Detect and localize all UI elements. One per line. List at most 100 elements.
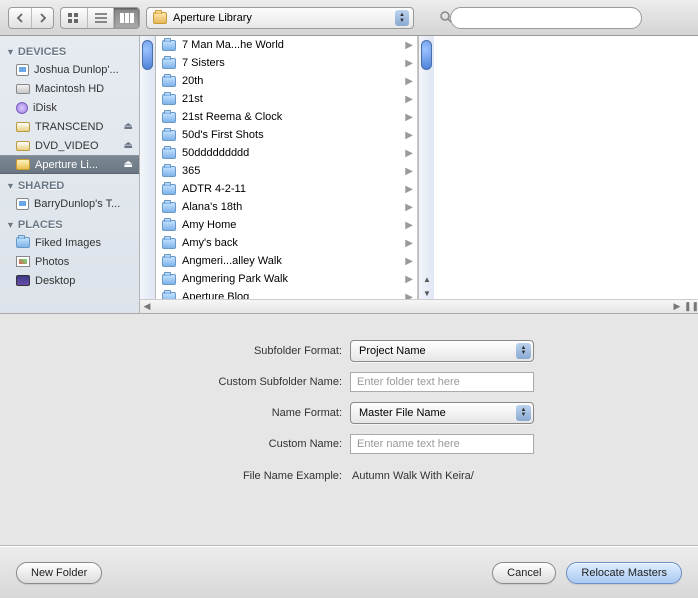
column-view-button[interactable] xyxy=(113,8,139,28)
sidebar-section-header[interactable]: ▼SHARED xyxy=(0,174,139,194)
icon-view-button[interactable] xyxy=(61,8,87,28)
example-label: File Name Example: xyxy=(0,470,342,482)
folder-label: 50ddddddddd xyxy=(182,147,399,159)
sidebar-item[interactable]: TRANSCEND ⏏ xyxy=(0,117,139,136)
folder-label: Angmering Park Walk xyxy=(182,273,399,285)
sidebar-section-header[interactable]: ▼DEVICES xyxy=(0,40,139,60)
path-label: Aperture Library xyxy=(173,12,252,24)
folder-row[interactable]: 21st ▶ xyxy=(156,90,417,108)
sidebar-item[interactable]: Desktop xyxy=(0,271,139,290)
relocate-masters-button[interactable]: Relocate Masters xyxy=(566,562,682,584)
disclosure-icon: ▼ xyxy=(6,47,15,57)
mac-icon xyxy=(16,198,29,210)
sidebar-section-header[interactable]: ▼PLACES xyxy=(0,213,139,233)
folder-label: 7 Man Ma...he World xyxy=(182,39,399,51)
folder-row[interactable]: Amy Home▶ xyxy=(156,216,417,234)
desktop-icon xyxy=(16,275,30,286)
chevron-right-icon: ▶ xyxy=(405,202,413,213)
example-value: Autumn Walk With Keira/ xyxy=(350,470,474,482)
scroll-right-icon[interactable]: ▶ xyxy=(670,301,684,312)
subfolder-format-select[interactable]: Project Name▲▼ xyxy=(350,340,534,362)
scroll-right2-icon[interactable]: ❚❚ xyxy=(684,301,698,312)
search-input[interactable] xyxy=(450,7,642,29)
sidebar-item[interactable]: Macintosh HD xyxy=(0,79,139,98)
sidebar-item[interactable]: Photos xyxy=(0,252,139,271)
disclosure-icon: ▼ xyxy=(6,181,15,191)
eject-icon[interactable]: ⏏ xyxy=(124,159,133,170)
back-button[interactable] xyxy=(9,8,31,28)
sidebar-item[interactable]: BarryDunlop's T... xyxy=(0,194,139,213)
folder-row[interactable]: 21st Reema & Clock▶ xyxy=(156,108,417,126)
updown-icon: ▲▼ xyxy=(516,343,531,359)
sidebar-item-label: iDisk xyxy=(33,102,57,114)
scroll-thumb[interactable] xyxy=(142,40,153,70)
sidebar-item[interactable]: Aperture Li...⏏ xyxy=(0,155,139,174)
scrollbar-left[interactable] xyxy=(140,36,156,313)
folder-icon xyxy=(162,148,176,159)
sidebar-item[interactable]: Joshua Dunlop'... xyxy=(0,60,139,79)
chevron-right-icon: ▶ xyxy=(405,58,413,69)
custom-subfolder-input[interactable] xyxy=(350,372,534,392)
folder-row[interactable]: 50ddddddddd▶ xyxy=(156,144,417,162)
folder-label: 7 Sisters xyxy=(182,57,399,69)
folder-icon xyxy=(162,94,176,105)
chevron-right-icon: ▶ xyxy=(405,166,413,177)
name-format-select[interactable]: Master File Name ▲▼ xyxy=(350,402,534,424)
chevron-right-icon: ▶ xyxy=(405,274,413,285)
app-icon xyxy=(16,159,30,170)
chevron-right-icon: ▶ xyxy=(405,256,413,267)
folder-row[interactable]: 7 Man Ma...he World ▶ xyxy=(156,36,417,54)
scroll-down-icon[interactable]: ▼ xyxy=(421,287,433,299)
folder-label: 21st Reema & Clock xyxy=(182,111,399,123)
sidebar-item-label: TRANSCEND xyxy=(35,121,103,133)
updown-icon: ▲▼ xyxy=(516,405,531,421)
sidebar-item[interactable]: Fiked Images xyxy=(0,233,139,252)
forward-button[interactable] xyxy=(31,8,53,28)
chevron-right-icon: ▶ xyxy=(405,220,413,231)
scroll-up-icon[interactable]: ▲ xyxy=(421,273,433,285)
custom-name-input[interactable] xyxy=(350,434,534,454)
chevron-right-icon: ▶ xyxy=(405,184,413,195)
eject-icon[interactable]: ⏏ xyxy=(124,140,133,151)
folder-row[interactable]: 365 ▶ xyxy=(156,162,417,180)
folder-icon xyxy=(162,274,176,285)
folder-icon xyxy=(162,238,176,249)
folder-row[interactable]: Angmering Park Walk ▶ xyxy=(156,270,417,288)
updown-icon: ▲▼ xyxy=(395,10,409,26)
folder-column: 7 Man Ma...he World ▶ 7 Sisters ▶ 20th▶ 21st ▶… xyxy=(156,36,418,313)
sidebar-item[interactable]: iDisk xyxy=(0,98,139,117)
sidebar-item-label: Fiked Images xyxy=(35,237,101,249)
view-mode-segmented xyxy=(60,7,140,29)
hd-icon xyxy=(16,84,30,94)
folder-row[interactable]: Amy's back▶ xyxy=(156,234,417,252)
chevron-right-icon: ▶ xyxy=(405,94,413,105)
preview-column xyxy=(434,36,698,313)
idisk-icon xyxy=(16,102,28,114)
select-value: Master File Name xyxy=(359,407,446,419)
folder-icon xyxy=(16,237,30,248)
scroll-thumb[interactable] xyxy=(421,40,432,70)
chevron-right-icon: ▶ xyxy=(405,40,413,51)
scrollbar-mid[interactable]: ▲ ▼ xyxy=(418,36,434,313)
folder-row[interactable]: 7 Sisters ▶ xyxy=(156,54,417,72)
folder-row[interactable]: 20th▶ xyxy=(156,72,417,90)
folder-row[interactable]: Alana's 18th ▶ xyxy=(156,198,417,216)
horizontal-scrollbar[interactable]: ◀ ▶ ❚❚ xyxy=(140,299,698,313)
browser-area: ▼DEVICESJoshua Dunlop'...Macintosh HD iDi… xyxy=(0,36,698,314)
path-dropdown[interactable]: Aperture Library ▲▼ xyxy=(146,7,414,29)
list-view-button[interactable] xyxy=(87,8,113,28)
folder-icon xyxy=(162,40,176,51)
new-folder-button[interactable]: New Folder xyxy=(16,562,102,584)
disclosure-icon: ▼ xyxy=(6,220,15,230)
folder-label: 365 xyxy=(182,165,399,177)
folder-label: 50d's First Shots xyxy=(182,129,399,141)
folder-label: 21st xyxy=(182,93,399,105)
folder-row[interactable]: Angmeri...alley Walk▶ xyxy=(156,252,417,270)
cancel-button[interactable]: Cancel xyxy=(492,562,556,584)
folder-row[interactable]: 50d's First Shots▶ xyxy=(156,126,417,144)
scroll-left-icon[interactable]: ◀ xyxy=(140,301,154,312)
sidebar-item[interactable]: DVD_VIDEO⏏ xyxy=(0,136,139,155)
folder-row[interactable]: ADTR 4-2-11▶ xyxy=(156,180,417,198)
eject-icon[interactable]: ⏏ xyxy=(124,121,133,132)
folder-label: Alana's 18th xyxy=(182,201,399,213)
